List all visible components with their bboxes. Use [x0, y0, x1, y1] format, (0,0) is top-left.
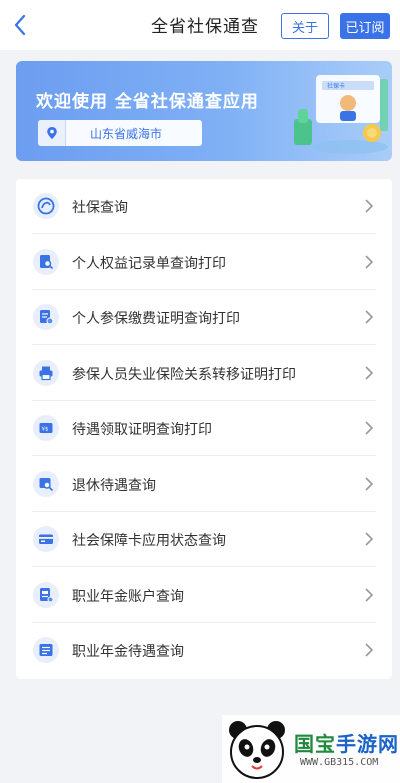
menu-item-benefit-certificate[interactable]: ¥$ 待遇领取证明查询打印	[16, 401, 392, 456]
annuity-icon	[33, 637, 59, 663]
chevron-right-icon	[365, 643, 374, 657]
retirement-search-icon	[33, 470, 59, 497]
menu-item-label: 退休待遇查询	[72, 477, 156, 494]
chevron-right-icon	[365, 421, 374, 435]
chevron-right-icon	[365, 532, 374, 546]
watermark-brand-b: 手游网	[336, 732, 399, 756]
watermark-brand: 国宝手游网	[294, 728, 399, 757]
menu-item-label: 社会保障卡应用状态查询	[72, 533, 226, 549]
chevron-left-icon	[14, 14, 26, 36]
welcome-banner: 欢迎使用 全省社保通查应用 山东省威海市 社保卡	[16, 61, 392, 161]
nav-bar: 全省社保通查 关于 已订阅	[0, 0, 400, 50]
menu-item-label: 职业年金账户查询	[72, 588, 184, 605]
social-security-logo-icon	[33, 193, 59, 219]
menu-item-label: 参保人员失业保险关系转移证明打印	[72, 366, 296, 383]
menu-item-unemployment-transfer[interactable]: 参保人员失业保险关系转移证明打印	[16, 346, 392, 401]
menu-item-label: 待遇领取证明查询打印	[72, 422, 212, 438]
location-pin-icon	[38, 120, 66, 146]
banner-illustration-icon: 社保卡	[294, 75, 388, 154]
service-menu: 社保查询 个人权益记录单查询打印 个人参保缴费证明查询打印 参保人员失业保险关系…	[16, 179, 392, 679]
menu-item-label: 个人权益记录单查询打印	[72, 255, 226, 272]
banner-title: 欢迎使用 全省社保通查应用	[36, 92, 259, 112]
chevron-right-icon	[365, 310, 374, 324]
card-label: 社保卡	[327, 82, 345, 90]
location-text: 山东省威海市	[90, 126, 163, 141]
watermark-brand-a: 国宝	[294, 732, 336, 756]
menu-item-label: 职业年金待遇查询	[72, 644, 184, 660]
panda-logo-icon	[229, 721, 285, 779]
back-button[interactable]	[6, 9, 34, 41]
payment-certificate-icon	[33, 304, 59, 330]
chevron-right-icon	[365, 476, 374, 491]
printer-icon	[33, 359, 59, 386]
site-watermark: 国宝手游网 WWW.GB315.COM	[222, 715, 400, 783]
watermark-url: WWW.GB315.COM	[300, 757, 379, 768]
account-icon	[33, 581, 59, 608]
benefit-certificate-icon: ¥$	[33, 415, 59, 441]
menu-item-retirement-benefit[interactable]: 退休待遇查询	[16, 457, 392, 512]
page-title: 全省社保通查	[151, 17, 259, 37]
card-icon	[33, 526, 59, 552]
chevron-right-icon	[365, 587, 374, 602]
about-button[interactable]: 关于	[281, 13, 329, 39]
menu-item-social-security-query[interactable]: 社保查询	[16, 179, 392, 234]
menu-item-label: 个人参保缴费证明查询打印	[72, 311, 240, 327]
chevron-right-icon	[365, 199, 374, 213]
document-search-icon	[33, 248, 59, 275]
svg-text:¥$: ¥$	[42, 427, 49, 433]
menu-item-card-status[interactable]: 社会保障卡应用状态查询	[16, 512, 392, 567]
location-selector[interactable]: 山东省威海市	[38, 120, 202, 146]
chevron-right-icon	[365, 254, 374, 269]
subscribed-button[interactable]: 已订阅	[340, 13, 390, 39]
chevron-right-icon	[365, 365, 374, 380]
menu-item-personal-rights-record[interactable]: 个人权益记录单查询打印	[16, 235, 392, 290]
menu-item-label: 社保查询	[72, 200, 128, 216]
menu-item-annuity-account[interactable]: 职业年金账户查询	[16, 568, 392, 623]
menu-item-payment-certificate[interactable]: 个人参保缴费证明查询打印	[16, 290, 392, 345]
menu-item-annuity-benefit[interactable]: 职业年金待遇查询	[16, 623, 392, 678]
